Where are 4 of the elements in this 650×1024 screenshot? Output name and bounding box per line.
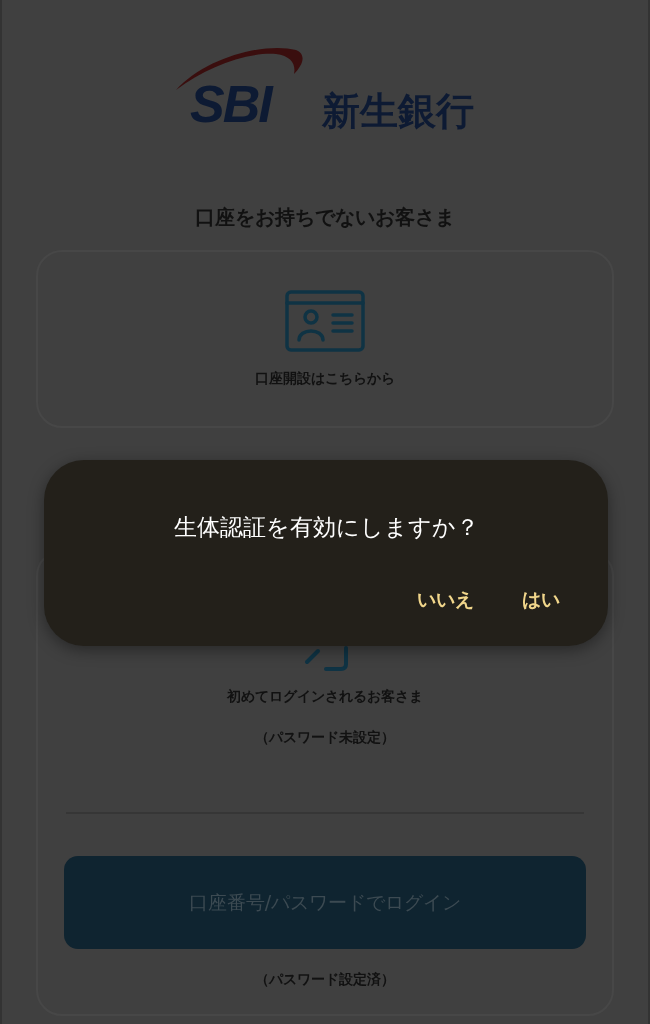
confirm-button[interactable]: はい <box>522 584 560 613</box>
dialog-message: 生体認証を有効にしますか？ <box>172 513 480 542</box>
cancel-button[interactable]: いいえ <box>417 584 474 613</box>
id-card-icon <box>285 289 365 352</box>
